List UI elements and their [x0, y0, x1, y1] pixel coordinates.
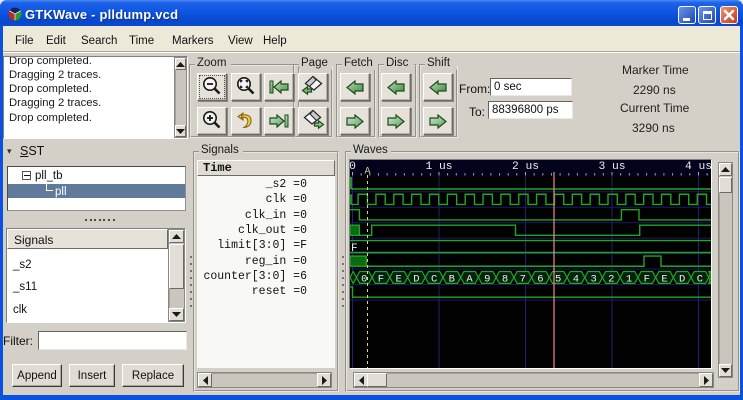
svg-text:F: F [351, 243, 358, 255]
svg-text:1 us: 1 us [425, 161, 452, 173]
svg-text:2 us: 2 us [512, 161, 539, 173]
svg-text:B: B [449, 273, 455, 285]
svg-text:1: 1 [626, 273, 632, 285]
svg-text:5: 5 [555, 273, 561, 285]
svg-text:0: 0 [350, 161, 356, 173]
svg-text:0: 0 [361, 273, 367, 285]
svg-text:F: F [644, 273, 650, 285]
svg-text:6: 6 [537, 273, 543, 285]
svg-text:E: E [661, 273, 667, 285]
svg-text:E: E [396, 273, 402, 285]
svg-text:D: D [413, 273, 419, 285]
svg-text:7: 7 [520, 273, 526, 285]
svg-text:3 us: 3 us [598, 161, 625, 173]
svg-text:9: 9 [484, 273, 490, 285]
svg-text:A: A [466, 273, 473, 285]
svg-text:F: F [378, 273, 384, 285]
svg-text:3: 3 [590, 273, 596, 285]
svg-text:4 us: 4 us [685, 161, 711, 173]
svg-text:C: C [697, 273, 703, 285]
svg-text:4: 4 [573, 273, 579, 285]
svg-text:2: 2 [608, 273, 614, 285]
svg-text:A: A [364, 167, 370, 178]
svg-text:8: 8 [502, 273, 508, 285]
svg-text:C: C [431, 273, 437, 285]
svg-text:D: D [679, 273, 685, 285]
